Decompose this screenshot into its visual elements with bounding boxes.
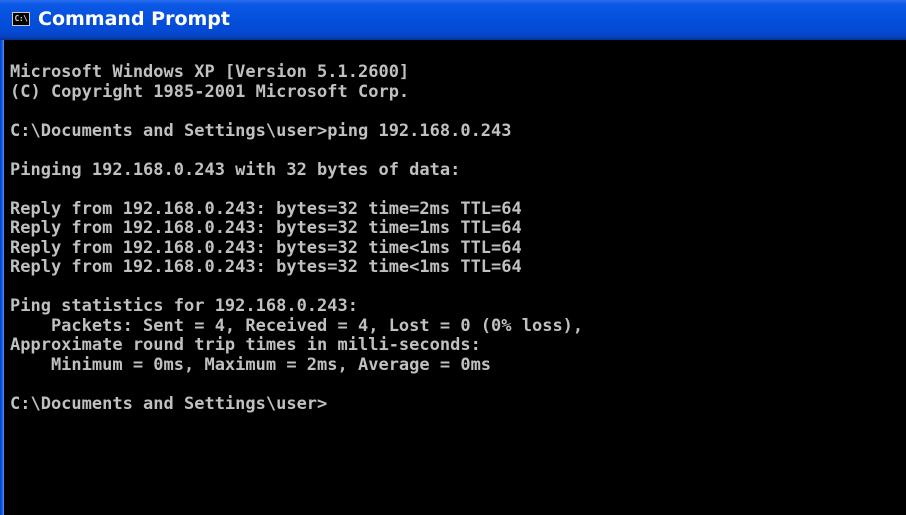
console-line: C:\Documents and Settings\user>ping 192.…	[10, 120, 512, 141]
console-line: Reply from 192.168.0.243: bytes=32 time<…	[10, 237, 522, 258]
console-prompt-line[interactable]: C:\Documents and Settings\user>	[10, 394, 906, 415]
console-line: Packets: Sent = 4, Received = 4, Lost = …	[10, 315, 584, 336]
console-line: Reply from 192.168.0.243: bytes=32 time<…	[10, 257, 522, 277]
console-line: Approximate round trip times in milli-se…	[10, 335, 481, 355]
console-line: Ping statistics for 192.168.0.243:	[10, 296, 358, 316]
console-line: Pinging 192.168.0.243 with 32 bytes of d…	[10, 159, 461, 180]
console-line: (C) Copyright 1985-2001 Microsoft Corp.	[10, 81, 410, 102]
command-prompt-window[interactable]: C:\ Command Prompt Microsoft Windows XP …	[0, 0, 906, 515]
console-line: Reply from 192.168.0.243: bytes=32 time=…	[10, 198, 522, 219]
console-line: Reply from 192.168.0.243: bytes=32 time=…	[10, 218, 522, 238]
console-line: Microsoft Windows XP [Version 5.1.2600]	[10, 63, 410, 82]
console-output[interactable]: Microsoft Windows XP [Version 5.1.2600] …	[10, 63, 906, 515]
title-bar[interactable]: C:\ Command Prompt	[0, 0, 906, 40]
console-icon[interactable]: C:\	[12, 12, 30, 26]
console-line: Minimum = 0ms, Maximum = 2ms, Average = …	[10, 354, 492, 375]
window-border	[0, 40, 4, 515]
window-title: Command Prompt	[38, 8, 230, 30]
